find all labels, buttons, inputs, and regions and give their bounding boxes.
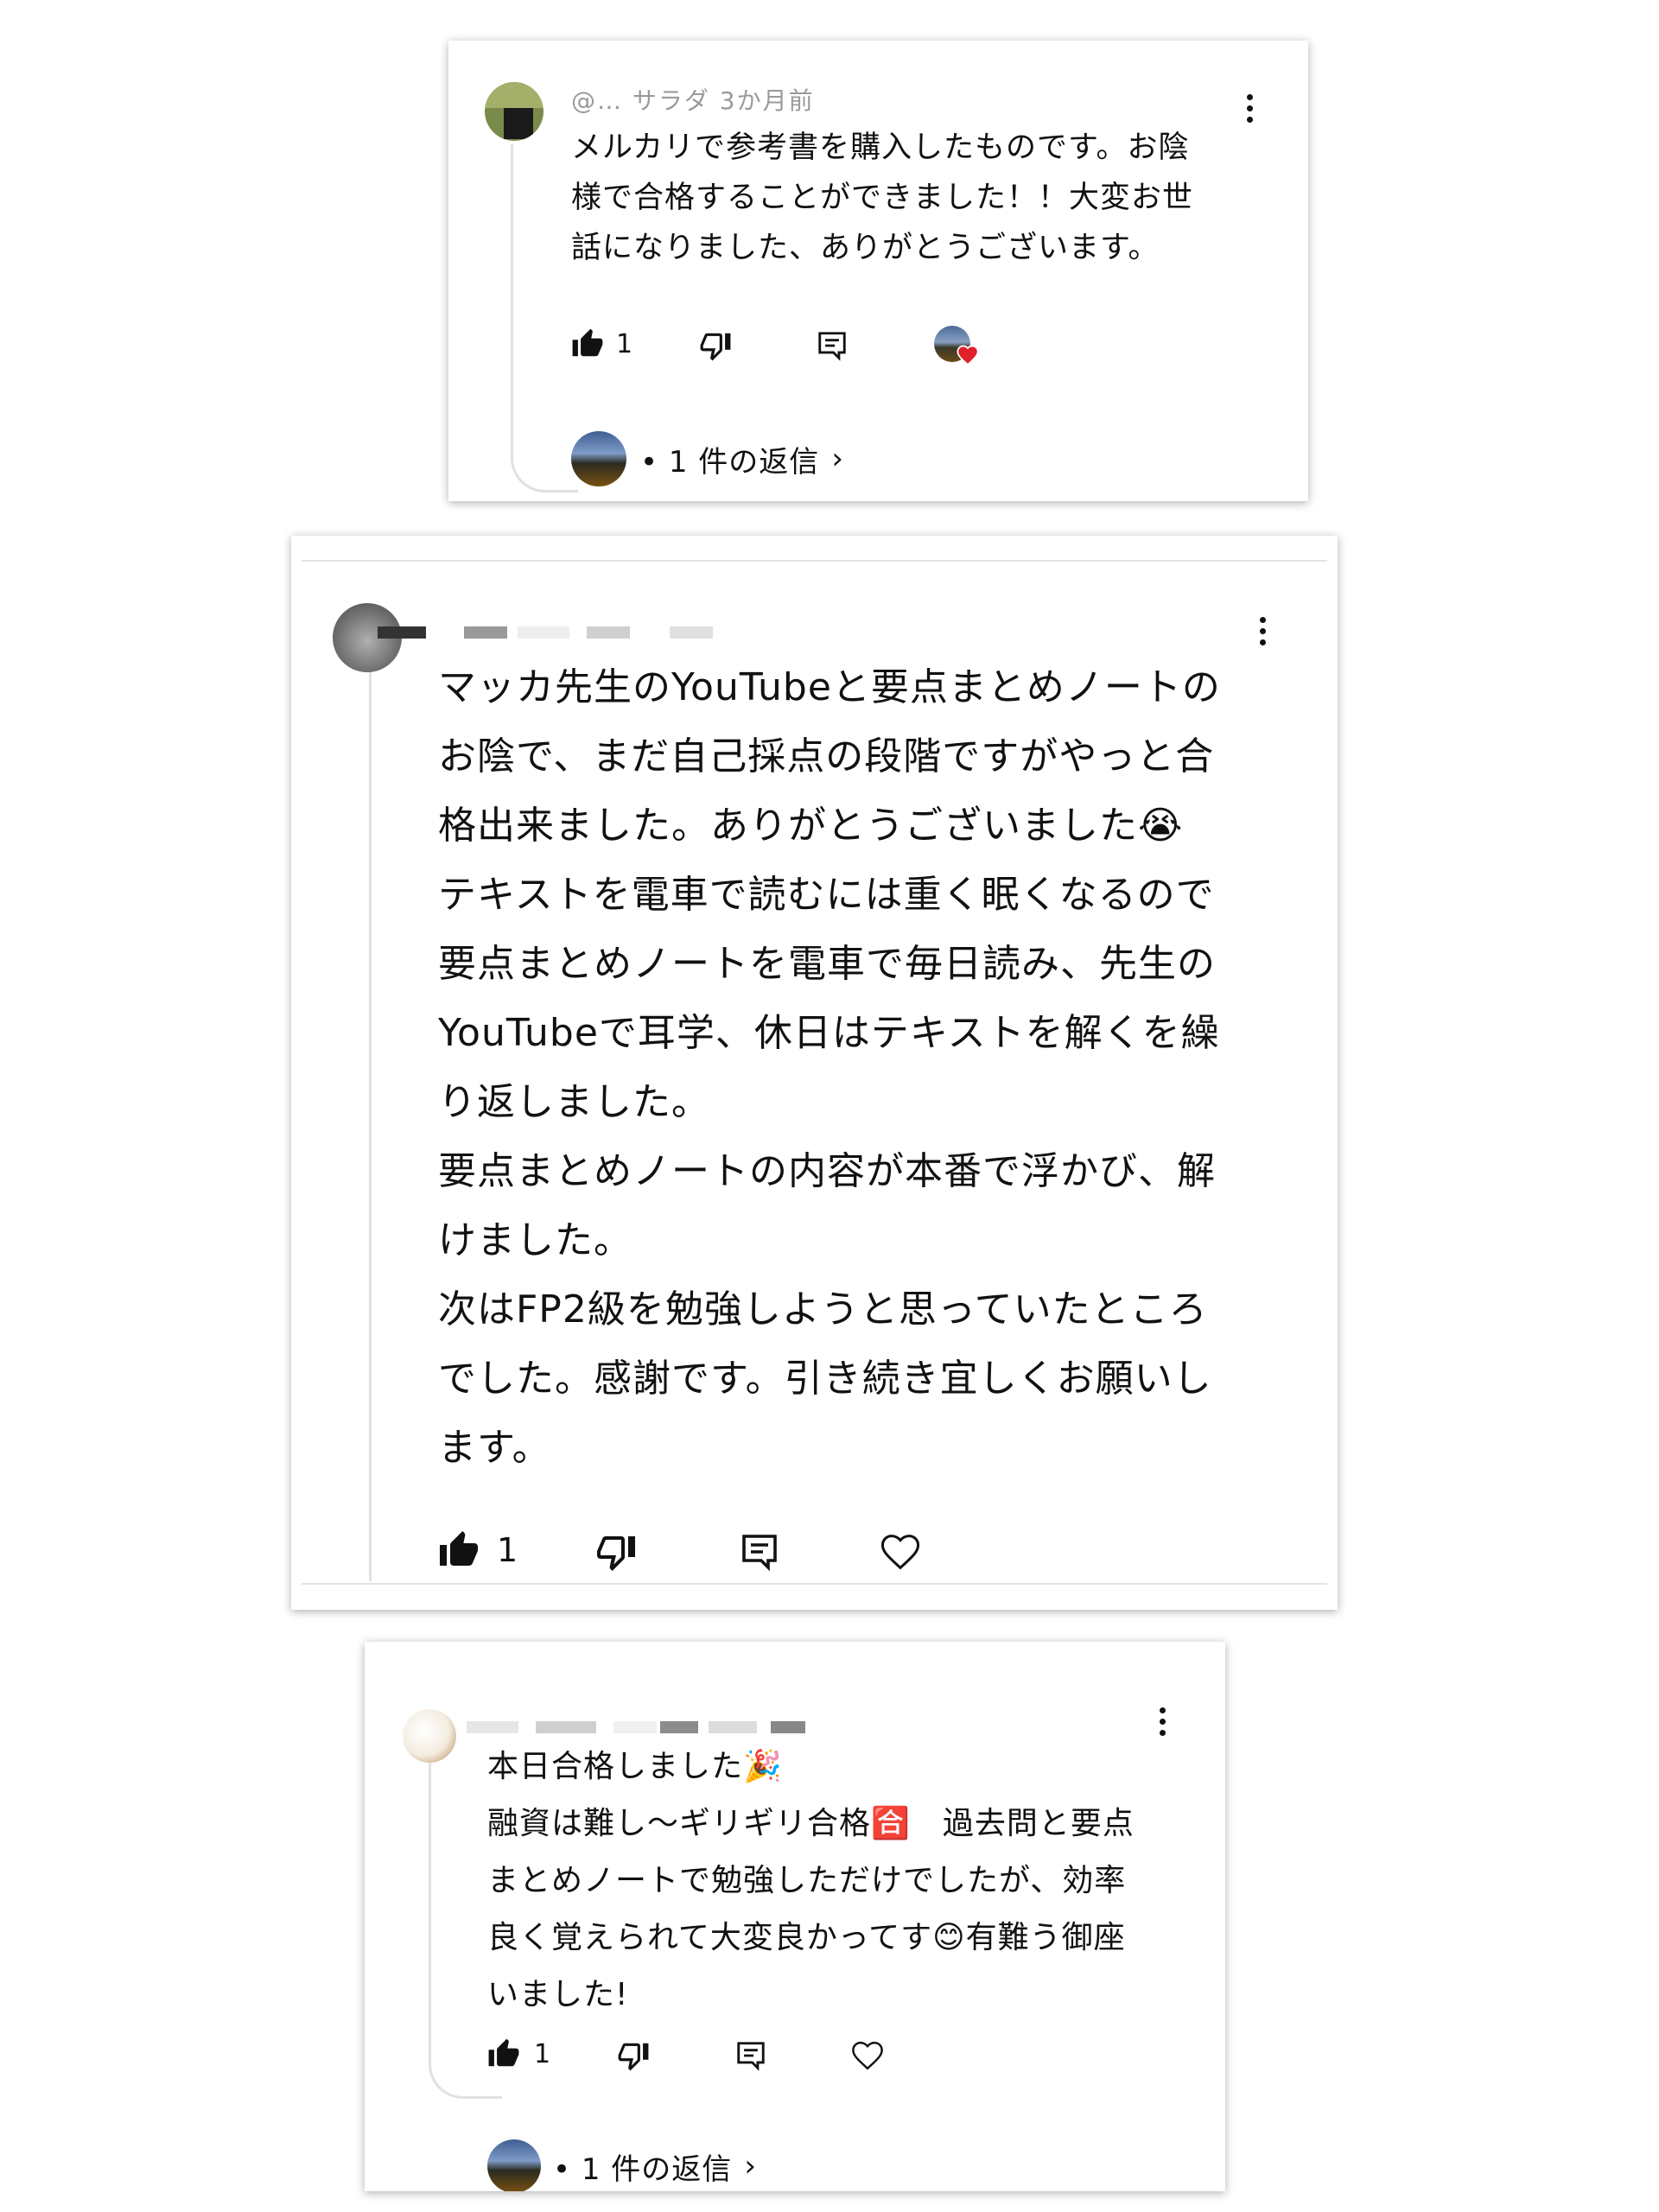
heart-icon[interactable] bbox=[849, 2037, 887, 2074]
comment-header: @… サラダ 3か月前 bbox=[571, 86, 815, 115]
creator-heart bbox=[934, 326, 986, 369]
comment-card-1: @… サラダ 3か月前 メルカリで参考書を購入したものです。お陰 様で合格するこ… bbox=[448, 41, 1308, 501]
heart-icon bbox=[957, 345, 979, 366]
comment-text: 本日合格しました🎉 融資は難し〜ギリギリ合格🈴 過去問と要点 まとめノートで勉強… bbox=[487, 1749, 1135, 2012]
reply-icon[interactable] bbox=[739, 1531, 780, 1573]
like-button[interactable]: 1 bbox=[571, 327, 632, 360]
thumbs-down-icon[interactable] bbox=[699, 329, 732, 362]
thumbs-down-icon[interactable] bbox=[617, 2039, 650, 2072]
like-button[interactable]: 1 bbox=[438, 1529, 518, 1571]
heart-icon[interactable] bbox=[877, 1529, 924, 1574]
comment-text: メルカリで参考書を購入したものです。お陰 様で合格することができました！！大変お… bbox=[571, 130, 1194, 265]
divider-bottom bbox=[302, 1583, 1327, 1585]
thread-line bbox=[369, 657, 372, 1581]
view-replies-button[interactable]: • 1 件の返信 › bbox=[487, 2139, 756, 2191]
thumbs-down-icon[interactable] bbox=[595, 1531, 637, 1573]
reply-icon[interactable] bbox=[816, 329, 849, 362]
reply-avatar bbox=[487, 2139, 541, 2191]
like-button[interactable]: 1 bbox=[487, 2037, 550, 2070]
thumbs-up-icon bbox=[488, 2038, 519, 2067]
more-vert-icon[interactable] bbox=[1156, 1707, 1168, 1736]
like-count: 1 bbox=[616, 328, 633, 359]
view-replies-button[interactable]: • 1 件の返信 › bbox=[571, 431, 843, 486]
avatar[interactable] bbox=[485, 82, 543, 141]
more-vert-icon[interactable] bbox=[1256, 617, 1268, 645]
thumbs-up-icon bbox=[440, 1531, 478, 1566]
chevron-right-icon: › bbox=[744, 2149, 756, 2183]
thumbs-up-icon bbox=[572, 328, 603, 357]
replies-count-label: • 1 件の返信 bbox=[640, 444, 820, 480]
comment-text: マッカ先生のYouTubeと要点まとめノートの お陰で、まだ自己採点の段階ですが… bbox=[438, 665, 1221, 1470]
comment-card-3: 本日合格しました🎉 融資は難し〜ギリギリ合格🈴 過去問と要点 まとめノートで勉強… bbox=[365, 1642, 1225, 2191]
chevron-right-icon: › bbox=[831, 442, 843, 476]
comment-card-2: マッカ先生のYouTubeと要点まとめノートの お陰で、まだ自己採点の段階ですが… bbox=[291, 536, 1338, 1610]
divider-top bbox=[302, 560, 1327, 562]
like-count: 1 bbox=[497, 1531, 518, 1569]
more-vert-icon[interactable] bbox=[1243, 94, 1255, 123]
thread-line bbox=[511, 144, 578, 493]
replies-count-label: • 1 件の返信 bbox=[553, 2152, 733, 2187]
reply-avatar bbox=[571, 431, 626, 486]
avatar[interactable] bbox=[403, 1709, 456, 1763]
reply-icon[interactable] bbox=[734, 2039, 767, 2072]
like-count: 1 bbox=[534, 2038, 551, 2069]
